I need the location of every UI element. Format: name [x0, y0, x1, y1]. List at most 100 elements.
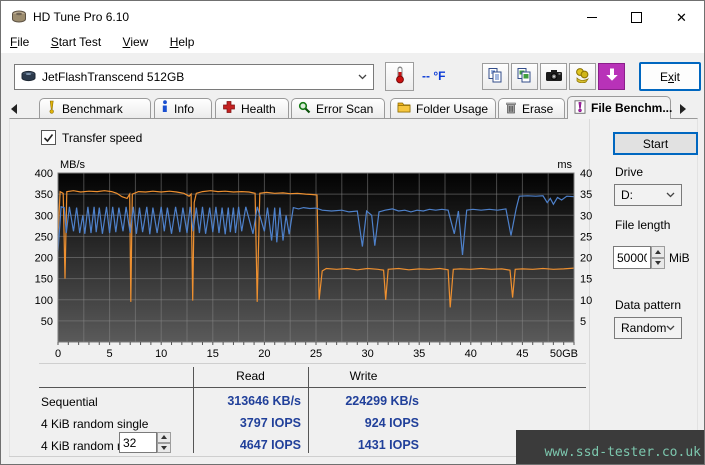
svg-text:20: 20 — [258, 348, 270, 360]
temperature-button[interactable] — [385, 62, 414, 91]
svg-text:300: 300 — [35, 210, 53, 222]
app-icon — [11, 9, 27, 28]
close-icon: ✕ — [676, 9, 687, 25]
spin-down-button[interactable] — [651, 257, 665, 269]
tab-file-benchmark[interactable]: File Benchm... — [567, 96, 672, 119]
spin-up-button[interactable] — [651, 246, 665, 258]
tab-erase[interactable]: Erase — [498, 98, 565, 118]
watermark: www.ssd-tester.co.uk — [516, 430, 704, 464]
tab-health[interactable]: Health — [215, 98, 289, 118]
arrow-right-icon — [679, 103, 686, 114]
multi-thread-spinner[interactable] — [157, 432, 171, 453]
screenshot-camera-icon — [545, 68, 563, 85]
maximize-button[interactable] — [614, 1, 659, 33]
temperature-value: -- °F — [422, 69, 446, 83]
svg-text:200: 200 — [35, 253, 53, 265]
svg-text:10: 10 — [580, 295, 592, 307]
random-single-write-value: 924 IOPS — [364, 416, 419, 430]
svg-text:35: 35 — [580, 189, 592, 201]
close-button[interactable]: ✕ — [659, 1, 704, 33]
file-length-label: File length — [615, 218, 671, 232]
transfer-speed-chart-svg: 400350300250200150100504035302520151050 5… — [35, 159, 593, 360]
tab-benchmark[interactable]: Benchmark — [39, 98, 151, 118]
file-length-input[interactable] — [613, 246, 651, 269]
screenshot-button[interactable] — [540, 63, 567, 90]
transfer-speed-label: Transfer speed — [62, 130, 143, 145]
menu-file[interactable]: File — [1, 33, 38, 49]
chevron-down-icon — [666, 192, 675, 198]
title-bar: HD Tune Pro 6.10 ✕ — [1, 1, 704, 33]
benchmark-icon — [46, 100, 57, 117]
svg-text:25: 25 — [310, 348, 322, 360]
svg-text:0: 0 — [55, 348, 61, 360]
transfer-speed-chart: 400 350 300 250 200 150 100 50 40 35 30 25 20 15 10 5 0 5… — [31, 156, 596, 361]
svg-text:20: 20 — [580, 253, 592, 265]
random-single-read-value: 3797 IOPS — [239, 416, 301, 430]
spin-up-button[interactable] — [157, 432, 171, 443]
erase-icon — [505, 101, 517, 117]
spin-down-button[interactable] — [157, 442, 171, 453]
minimize-icon — [586, 16, 597, 18]
tab-error-scan[interactable]: Error Scan — [291, 98, 385, 118]
start-button[interactable]: Start — [613, 132, 698, 155]
svg-text:40: 40 — [465, 348, 477, 360]
download-arrow-icon — [604, 67, 620, 86]
download-button[interactable] — [598, 63, 625, 90]
results-header-rule — [39, 387, 586, 388]
svg-text:35: 35 — [413, 348, 425, 360]
arrow-down-icon — [161, 445, 167, 450]
chevron-down-icon — [358, 74, 367, 80]
menu-start-test[interactable]: Start Test — [42, 33, 110, 49]
folder-icon — [397, 101, 411, 116]
thermometer-icon — [393, 66, 407, 87]
toolbar: JetFlashTranscend 512GB -- °F Exit — [1, 53, 704, 96]
data-pattern-label: Data pattern — [615, 298, 682, 312]
svg-text:150: 150 — [35, 274, 53, 286]
menu-bar: File Start Test View Help — [1, 33, 704, 53]
donate-button[interactable] — [569, 63, 596, 90]
menu-help[interactable]: Help — [161, 33, 204, 49]
copy-report-button[interactable] — [482, 63, 509, 90]
results-top-divider — [39, 363, 586, 364]
svg-text:MB/s: MB/s — [60, 159, 86, 171]
svg-text:40: 40 — [580, 168, 592, 180]
svg-text:45: 45 — [516, 348, 528, 360]
error-scan-icon — [298, 101, 311, 117]
svg-text:5: 5 — [580, 316, 586, 328]
check-icon — [43, 133, 54, 142]
file-length-unit: MiB — [669, 251, 690, 265]
minimize-button[interactable] — [569, 1, 614, 33]
row-random-single-label: 4 KiB random single — [41, 417, 149, 431]
data-pattern-dropdown[interactable]: Random — [614, 317, 682, 339]
tab-folder-usage[interactable]: Folder Usage — [390, 98, 496, 118]
copy-report-icon — [487, 67, 504, 87]
drive-label: Drive — [615, 165, 644, 179]
exit-button[interactable]: Exit — [639, 62, 701, 91]
svg-text:400: 400 — [35, 168, 53, 180]
tab-scroll-left-button[interactable] — [6, 101, 21, 116]
random-multi-write-value: 1431 IOPS — [357, 438, 419, 452]
drive-select-dropdown[interactable]: JetFlashTranscend 512GB — [14, 64, 374, 90]
transfer-speed-checkbox[interactable] — [41, 130, 56, 145]
svg-text:50GB: 50GB — [550, 348, 578, 360]
tab-scroll-right-button[interactable] — [675, 101, 690, 116]
window-title: HD Tune Pro 6.10 — [33, 10, 130, 24]
results-separator-2 — [308, 367, 309, 453]
svg-text:15: 15 — [580, 274, 592, 286]
menu-view[interactable]: View — [114, 33, 158, 49]
maximize-icon — [631, 11, 642, 23]
svg-text:350: 350 — [35, 189, 53, 201]
donate-icon — [574, 67, 591, 86]
tab-info[interactable]: Info — [154, 98, 212, 118]
info-icon — [161, 100, 169, 117]
write-column-header: Write — [349, 369, 378, 383]
svg-text:50: 50 — [41, 316, 53, 328]
watermark-text: www.ssd-tester.co.uk — [544, 445, 701, 460]
results-separator-1 — [193, 367, 194, 453]
health-icon — [222, 100, 236, 117]
drive-dropdown[interactable]: D: — [614, 184, 682, 206]
file-length-spinner[interactable] — [651, 246, 665, 269]
copy-image-button[interactable] — [511, 63, 538, 90]
random-multi-read-value: 4647 IOPS — [239, 438, 301, 452]
multi-thread-count-input[interactable] — [119, 432, 157, 453]
